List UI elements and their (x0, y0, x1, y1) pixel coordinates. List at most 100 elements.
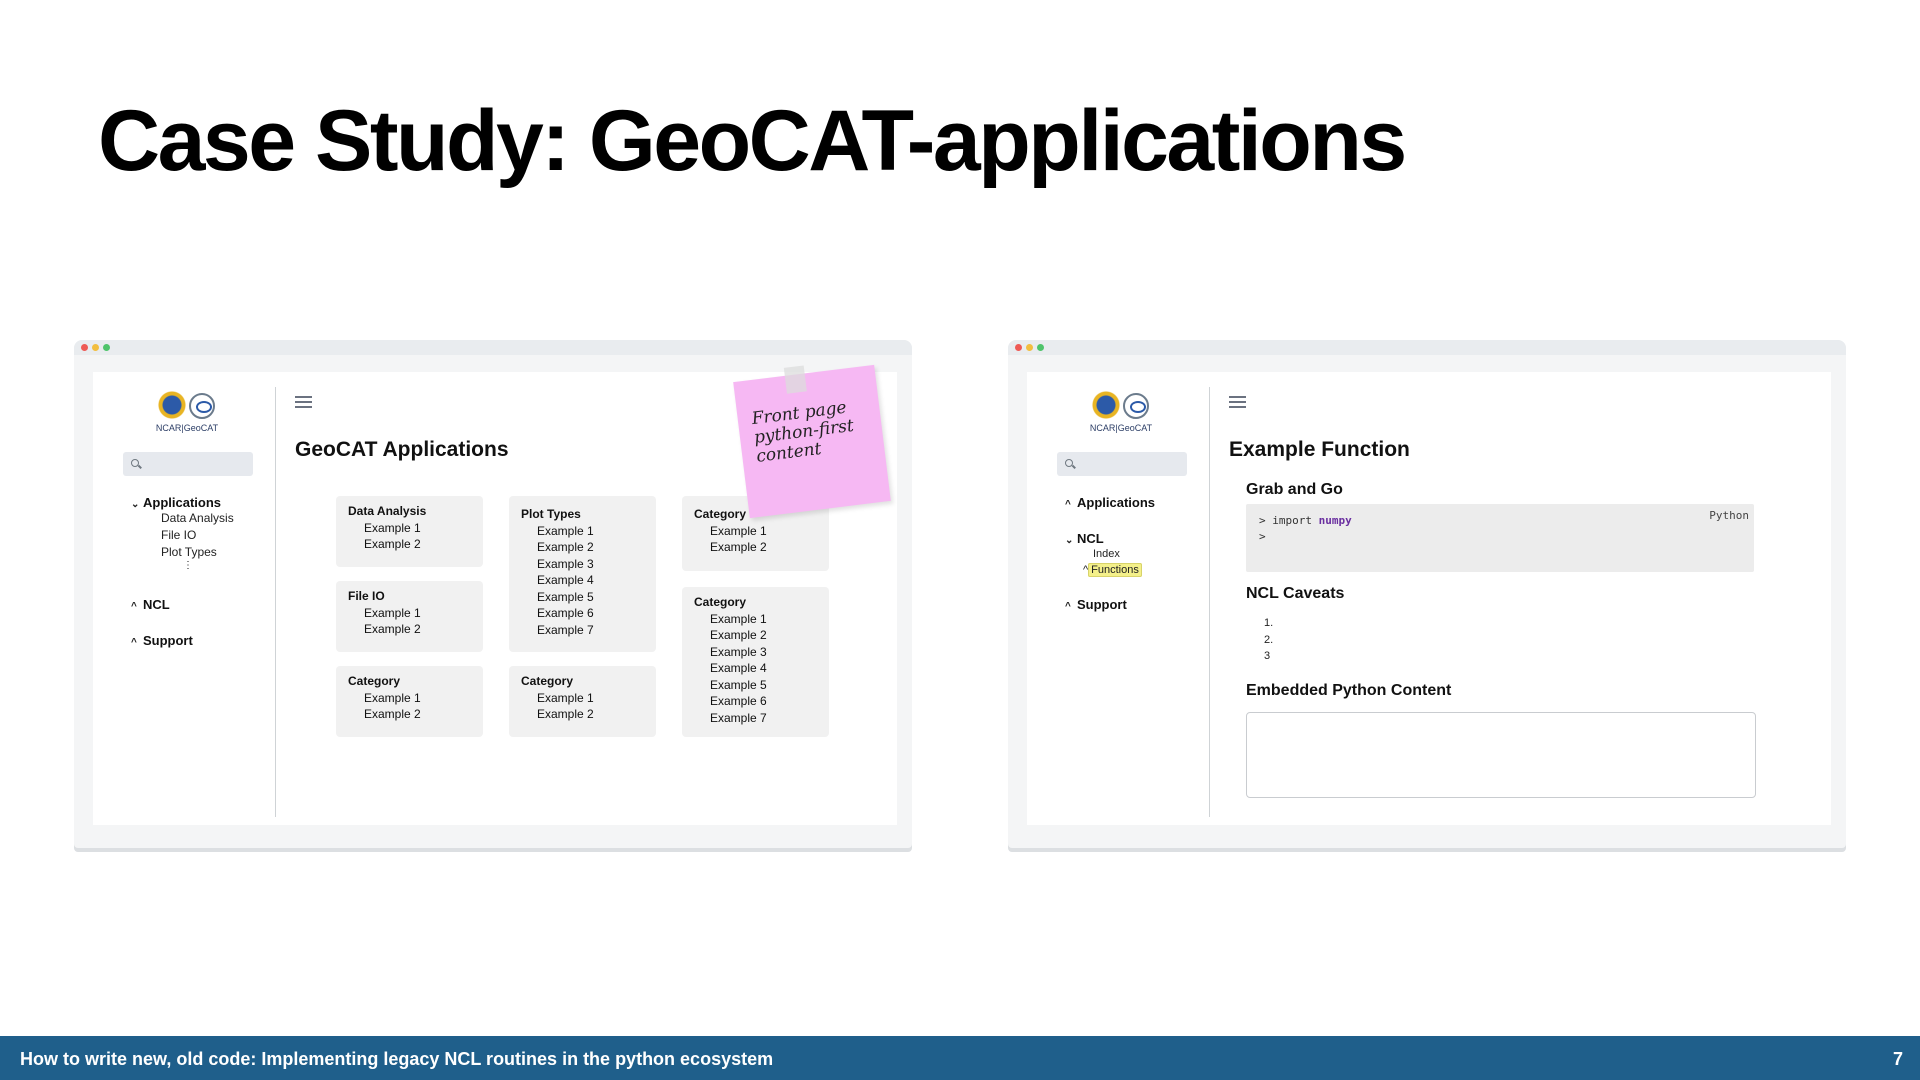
embedded-python-frame[interactable] (1246, 712, 1756, 798)
close-window-dot[interactable] (1015, 344, 1022, 351)
card-example-link[interactable]: Example 2 (694, 539, 817, 556)
nav-section-applications[interactable]: ^ Applications (1065, 495, 1155, 510)
nav-item-plot-types[interactable]: Plot Types (131, 544, 234, 561)
card-example-link[interactable]: Example 7 (521, 622, 644, 639)
logo-text: NCAR|GeoCAT (155, 423, 219, 433)
browser-title-bar (1008, 340, 1846, 355)
card-title: Category (348, 674, 401, 688)
list-item: 3 (1264, 650, 1271, 662)
card-example-link[interactable]: Example 2 (348, 706, 471, 723)
section-heading-embedded-python: Embedded Python Content (1246, 682, 1452, 699)
category-card[interactable]: Category Example 1 Example 2 (336, 666, 483, 737)
card-example-link[interactable]: Example 1 (348, 690, 471, 707)
search-input[interactable] (123, 452, 253, 476)
chevron-down-icon: ⌄ (1065, 535, 1074, 546)
chevron-up-icon: ^ (131, 601, 137, 612)
nav-item-functions[interactable]: ^ Functions (1065, 562, 1142, 578)
code-prompt: > (1259, 514, 1266, 527)
card-example-link[interactable]: Example 7 (694, 710, 817, 727)
card-example-link[interactable]: Example 2 (348, 621, 471, 638)
hamburger-menu-icon[interactable] (295, 396, 312, 408)
card-example-link[interactable]: Example 3 (521, 556, 644, 573)
card-example-link[interactable]: Example 6 (521, 605, 644, 622)
card-example-link[interactable]: Example 2 (348, 536, 471, 553)
nav-section-applications[interactable]: ⌄ Applications Data Analysis File IO Plot… (131, 495, 234, 571)
nsf-logo-icon (1091, 390, 1121, 420)
right-browser-mockup: NCAR|GeoCAT ^ Applications ⌄ NCL Index ^ Fu… (1008, 340, 1846, 848)
nsf-logo-icon (157, 390, 187, 420)
card-title: Plot Types (521, 507, 581, 521)
maximize-window-dot[interactable] (1037, 344, 1044, 351)
card-example-link[interactable]: Example 1 (348, 605, 471, 622)
search-icon (131, 459, 139, 467)
card-example-link[interactable]: Example 1 (694, 611, 817, 628)
category-card[interactable]: Category Example 1 Example 2 Example 3 E… (682, 587, 829, 737)
search-icon (1065, 459, 1073, 467)
card-example-link[interactable]: Example 1 (521, 690, 644, 707)
card-example-link[interactable]: Example 5 (521, 589, 644, 606)
caveats-list: 1. 2. 3 (1264, 615, 1273, 665)
code-language-label: Python (1709, 509, 1749, 522)
category-card[interactable]: File IO Example 1 Example 2 (336, 581, 483, 652)
nav-more-ellipsis[interactable]: ⋮ (131, 561, 234, 571)
nav-section-ncl[interactable]: ⌄ NCL Index ^ Functions (1065, 531, 1142, 578)
geocat-logo-icon (1123, 393, 1149, 419)
card-example-link[interactable]: Example 3 (694, 644, 817, 661)
category-card[interactable]: Data Analysis Example 1 Example 2 (336, 496, 483, 567)
slide-title: Case Study: GeoCAT-applications (98, 93, 1407, 189)
list-item: 1. (1264, 617, 1274, 629)
card-example-link[interactable]: Example 2 (521, 706, 644, 723)
card-title: Data Analysis (348, 504, 427, 518)
nav-item-file-io[interactable]: File IO (131, 527, 234, 544)
page-title: Example Function (1229, 438, 1410, 461)
left-browser-mockup: NCAR|GeoCAT ⌄ Applications Data Analysis … (74, 340, 912, 848)
search-input[interactable] (1057, 452, 1187, 476)
nav-functions-highlighted[interactable]: Functions (1088, 563, 1142, 577)
chevron-up-icon: ^ (1065, 499, 1071, 510)
page-canvas: NCAR|GeoCAT ^ Applications ⌄ NCL Index ^ Fu… (1027, 372, 1831, 825)
nav-applications-label: Applications (143, 495, 222, 510)
card-example-link[interactable]: Example 1 (694, 523, 817, 540)
card-example-link[interactable]: Example 2 (521, 539, 644, 556)
minimize-window-dot[interactable] (92, 344, 99, 351)
card-example-link[interactable]: Example 1 (521, 523, 644, 540)
minimize-window-dot[interactable] (1026, 344, 1033, 351)
section-heading-ncl-caveats: NCL Caveats (1246, 585, 1345, 602)
nav-section-support[interactable]: ^ Support (131, 633, 193, 648)
browser-title-bar (74, 340, 912, 355)
nav-support-label: Support (143, 633, 193, 648)
nav-ncl-label: NCL (1077, 531, 1104, 546)
hamburger-menu-icon[interactable] (1229, 396, 1246, 408)
code-module-name: numpy (1318, 514, 1352, 527)
page-number: 7 (1892, 1049, 1903, 1069)
nav-ncl-label: NCL (143, 597, 170, 612)
card-example-link[interactable]: Example 4 (521, 572, 644, 589)
nsf-geocat-logo[interactable]: NCAR|GeoCAT (1089, 390, 1153, 434)
card-example-link[interactable]: Example 1 (348, 520, 471, 537)
code-prompt: > (1259, 530, 1266, 543)
card-example-link[interactable]: Example 6 (694, 693, 817, 710)
maximize-window-dot[interactable] (103, 344, 110, 351)
nsf-geocat-logo[interactable]: NCAR|GeoCAT (155, 390, 219, 434)
close-window-dot[interactable] (81, 344, 88, 351)
chevron-up-icon: ^ (1065, 601, 1071, 612)
geocat-logo-icon (189, 393, 215, 419)
sticky-note: Front page python-first content (733, 364, 891, 519)
code-block[interactable]: > import numpy > Python (1246, 504, 1754, 572)
sidebar-divider (275, 387, 276, 817)
logo-text: NCAR|GeoCAT (1089, 423, 1153, 433)
card-title: Category (521, 674, 574, 688)
card-title: Category (694, 595, 747, 609)
chevron-down-icon: ⌄ (131, 499, 140, 510)
nav-section-support[interactable]: ^ Support (1065, 597, 1127, 612)
nav-section-ncl[interactable]: ^ NCL (131, 597, 170, 612)
nav-item-index[interactable]: Index (1065, 546, 1142, 562)
card-example-link[interactable]: Example 2 (694, 627, 817, 644)
list-item: 2. (1264, 633, 1274, 646)
sidebar-divider (1209, 387, 1210, 817)
category-card[interactable]: Category Example 1 Example 2 (509, 666, 656, 737)
category-card[interactable]: Plot Types Example 1 Example 2 Example 3… (509, 496, 656, 652)
card-example-link[interactable]: Example 5 (694, 677, 817, 694)
nav-item-data-analysis[interactable]: Data Analysis (131, 510, 234, 527)
card-example-link[interactable]: Example 4 (694, 660, 817, 677)
